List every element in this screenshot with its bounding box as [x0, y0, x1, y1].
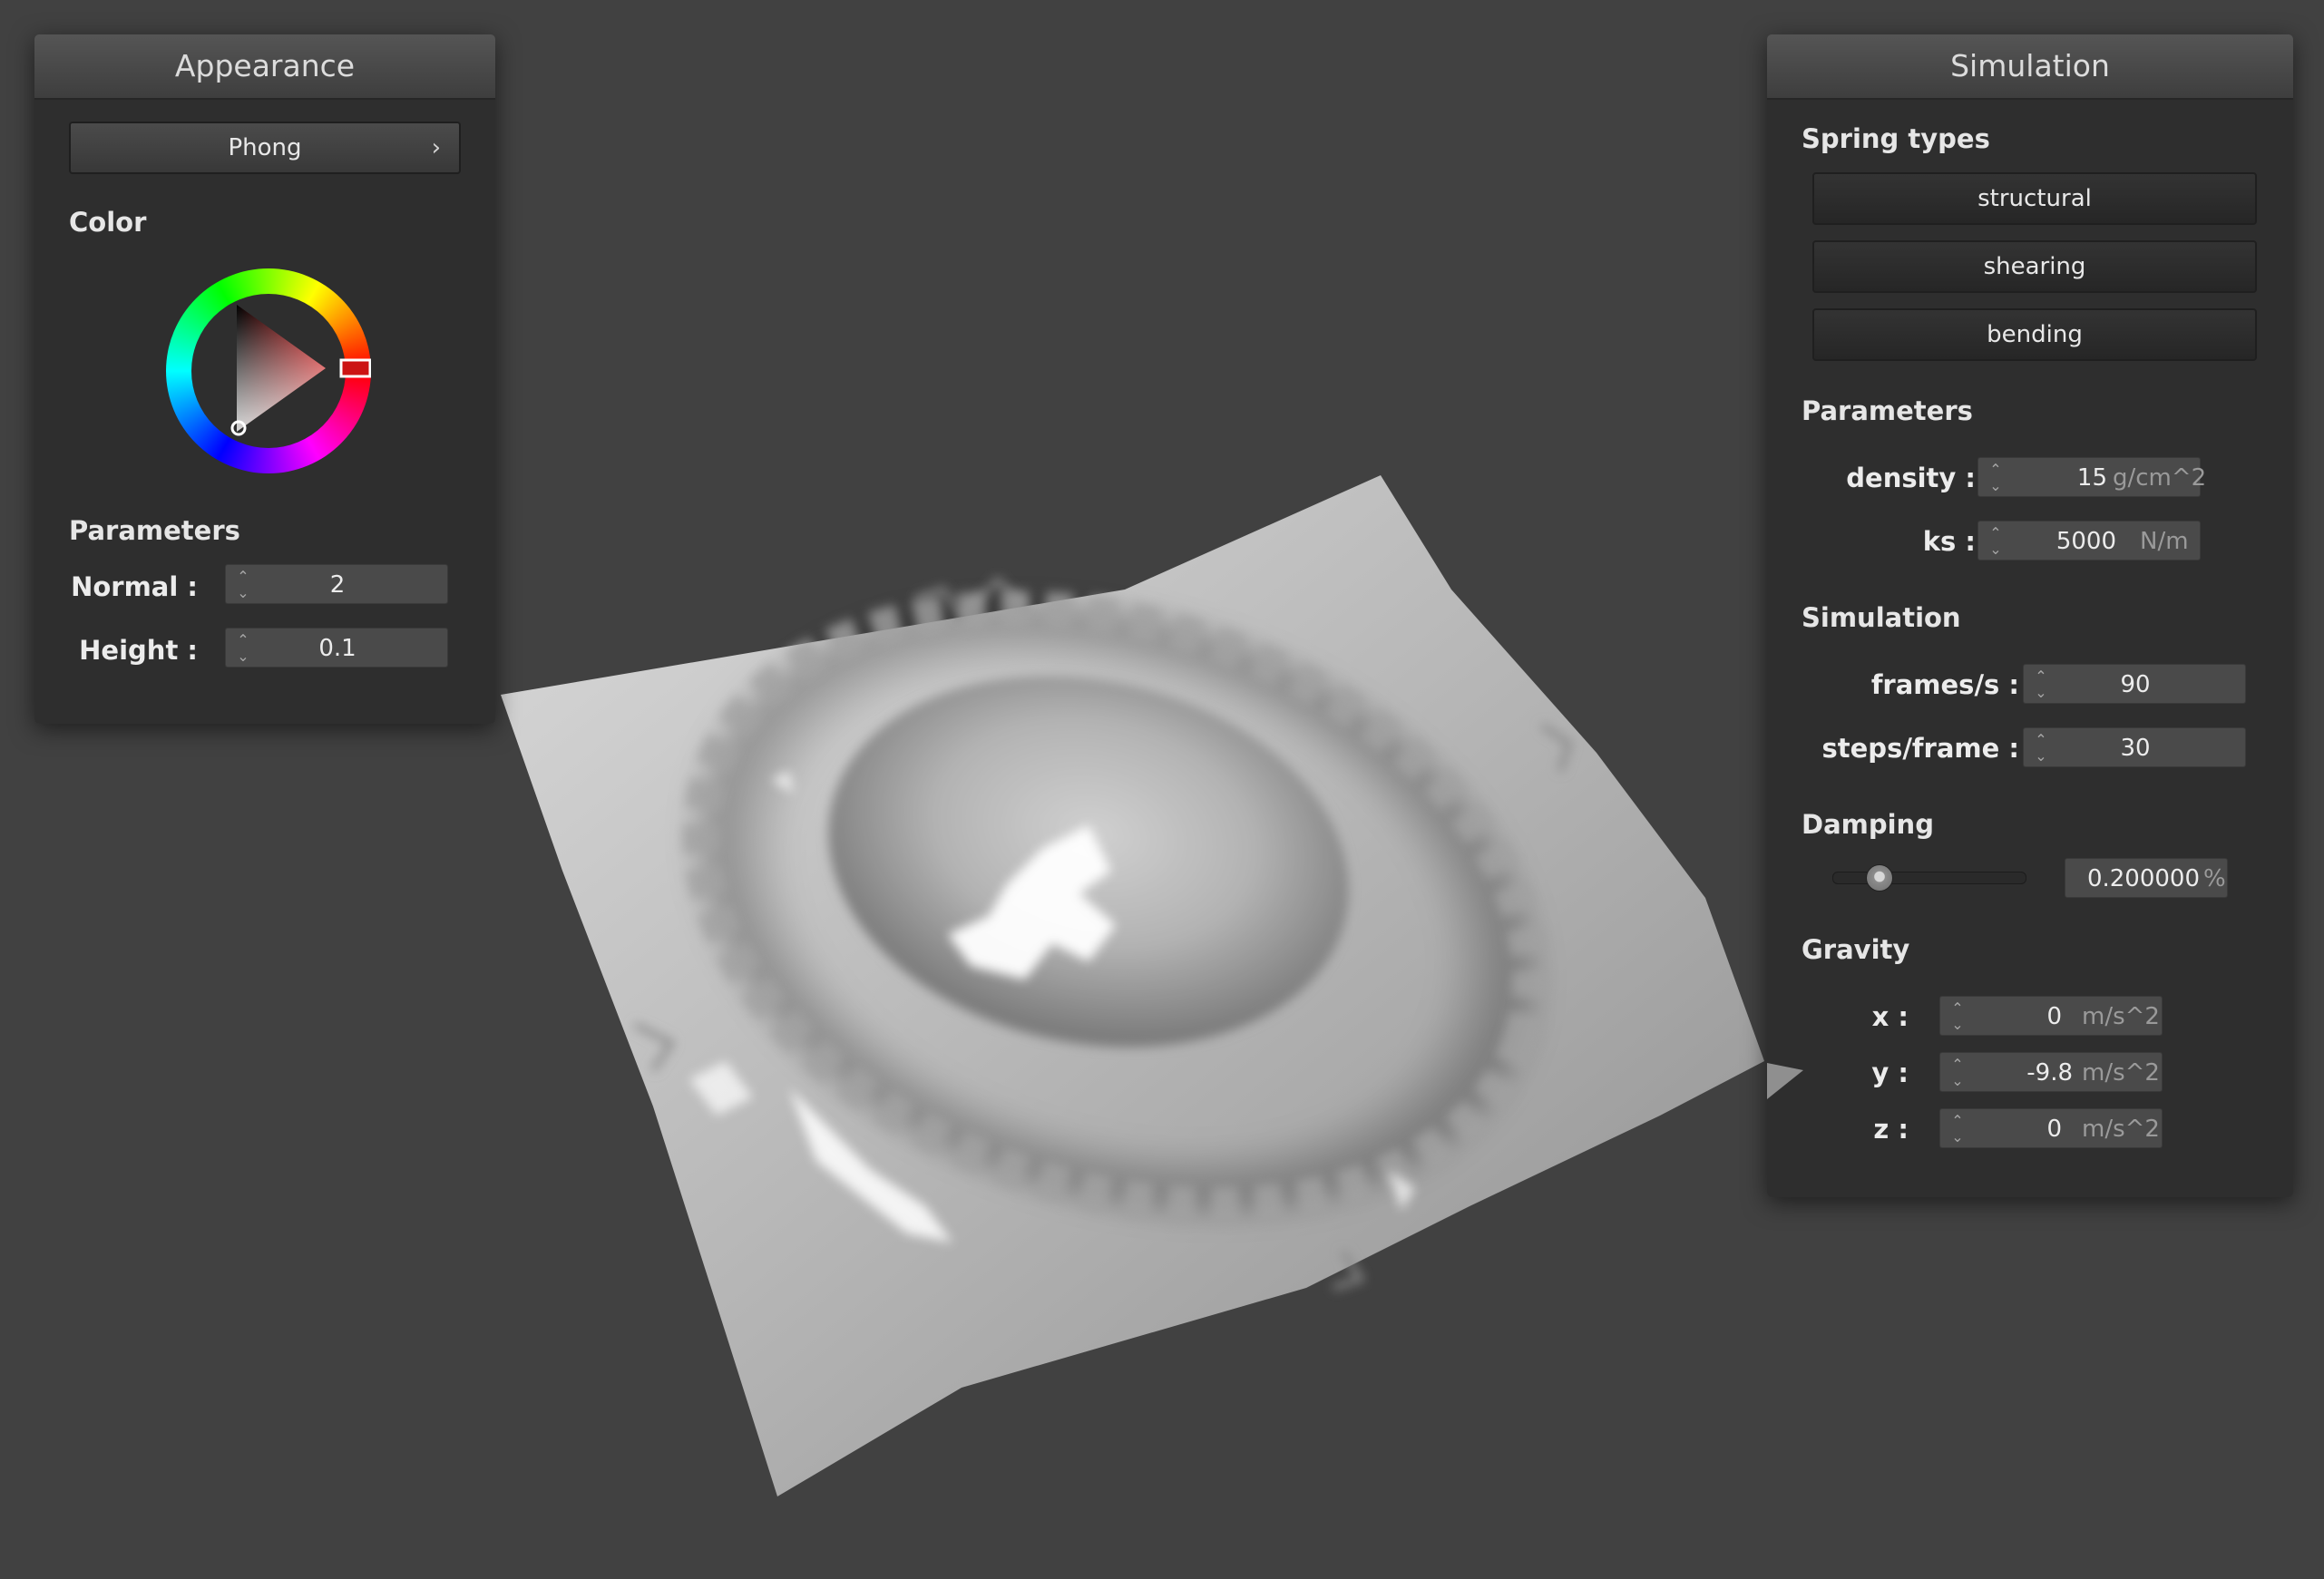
- gravity-y-label: y :: [1871, 1058, 1909, 1088]
- ks-unit: N/m: [2140, 528, 2189, 555]
- simulation-parameters-title: Parameters: [1802, 395, 1973, 426]
- color-wheel[interactable]: [166, 268, 371, 473]
- spinner-arrows-icon[interactable]: ⌃ ⌄: [2031, 732, 2051, 765]
- chevron-right-icon: ›: [431, 134, 441, 161]
- spinner-arrows-icon[interactable]: ⌃ ⌄: [1948, 1113, 1968, 1145]
- shearing-spring-button[interactable]: shearing: [1812, 240, 2257, 293]
- gravity-title: Gravity: [1802, 934, 1910, 965]
- ks-label: ks :: [1922, 526, 1976, 557]
- spinner-arrows-icon[interactable]: ⌃ ⌄: [1948, 1000, 1968, 1033]
- gravity-x-label: x :: [1871, 1001, 1909, 1032]
- height-value: 0.1: [318, 635, 356, 662]
- spinner-arrows-icon[interactable]: ⌃ ⌄: [233, 569, 253, 601]
- spinner-arrows-icon[interactable]: ⌃ ⌄: [1948, 1057, 1968, 1089]
- spinner-arrows-icon[interactable]: ⌃ ⌄: [233, 632, 253, 665]
- steps-per-frame-value: 30: [2120, 735, 2151, 762]
- gravity-z-unit: m/s^2: [2082, 1116, 2160, 1143]
- damping-unit: %: [2203, 865, 2226, 892]
- damping-title: Damping: [1802, 809, 1934, 840]
- frames-per-second-input[interactable]: ⌃ ⌄ 90: [2023, 664, 2246, 704]
- spinner-arrows-icon[interactable]: ⌃ ⌄: [2031, 668, 2051, 701]
- gravity-z-input[interactable]: ⌃ ⌄ 0 m/s^2: [1939, 1108, 2163, 1148]
- ks-value: 5000: [2055, 528, 2116, 555]
- frames-per-second-value: 90: [2120, 671, 2151, 698]
- density-unit: g/cm^2: [2113, 464, 2207, 492]
- structural-spring-button[interactable]: structural: [1812, 172, 2257, 225]
- normal-label: Normal :: [71, 571, 198, 602]
- simulation-panel-title: Simulation: [1767, 34, 2293, 100]
- damping-slider-track[interactable]: [1832, 872, 2026, 884]
- spinner-arrows-icon[interactable]: ⌃ ⌄: [1986, 462, 2006, 494]
- gravity-y-unit: m/s^2: [2082, 1059, 2160, 1087]
- height-input[interactable]: ⌃ ⌄ 0.1: [225, 628, 448, 668]
- spring-types-title: Spring types: [1802, 123, 1990, 154]
- damping-value: 0.200000: [2086, 865, 2200, 892]
- frames-per-second-label: frames/s :: [1870, 669, 2019, 700]
- gravity-y-input[interactable]: ⌃ ⌄ -9.8 m/s^2: [1939, 1052, 2163, 1092]
- simulation-panel: Simulation Spring types structural shear…: [1767, 34, 2293, 1197]
- height-label: Height :: [79, 635, 198, 666]
- bending-spring-button[interactable]: bending: [1812, 308, 2257, 361]
- shader-mode-value: Phong: [228, 134, 302, 161]
- ks-input[interactable]: ⌃ ⌄ 5000 N/m: [1977, 521, 2201, 560]
- spinner-arrows-icon[interactable]: ⌃ ⌄: [1986, 525, 2006, 558]
- gravity-z-label: z :: [1873, 1114, 1909, 1145]
- gravity-y-value: -9.8: [2026, 1059, 2073, 1087]
- gravity-z-value: 0: [2046, 1116, 2062, 1143]
- gravity-x-value: 0: [2046, 1003, 2062, 1030]
- density-value: 15: [2076, 464, 2107, 492]
- normal-value: 2: [329, 571, 346, 599]
- steps-per-frame-label: steps/frame :: [1821, 733, 2019, 764]
- damping-input[interactable]: 0.200000 %: [2065, 858, 2228, 898]
- normal-input[interactable]: ⌃ ⌄ 2: [225, 564, 448, 604]
- density-label: density :: [1846, 463, 1976, 493]
- gravity-x-unit: m/s^2: [2082, 1003, 2160, 1030]
- simulation-section-title: Simulation: [1802, 602, 1961, 633]
- color-section-title: Color: [69, 207, 147, 238]
- color-triangle[interactable]: [166, 268, 371, 473]
- density-input[interactable]: ⌃ ⌄ 15 g/cm^2: [1977, 457, 2206, 497]
- shader-mode-dropdown[interactable]: Phong ›: [69, 122, 461, 174]
- gravity-x-input[interactable]: ⌃ ⌄ 0 m/s^2: [1939, 996, 2163, 1036]
- hue-selector[interactable]: [339, 358, 371, 378]
- appearance-panel-title: Appearance: [34, 34, 495, 100]
- damping-slider-handle[interactable]: [1865, 864, 1893, 892]
- appearance-parameters-title: Parameters: [69, 515, 240, 546]
- steps-per-frame-input[interactable]: ⌃ ⌄ 30: [2023, 727, 2246, 767]
- appearance-panel: Appearance Phong › Color Parameters Norm…: [34, 34, 495, 724]
